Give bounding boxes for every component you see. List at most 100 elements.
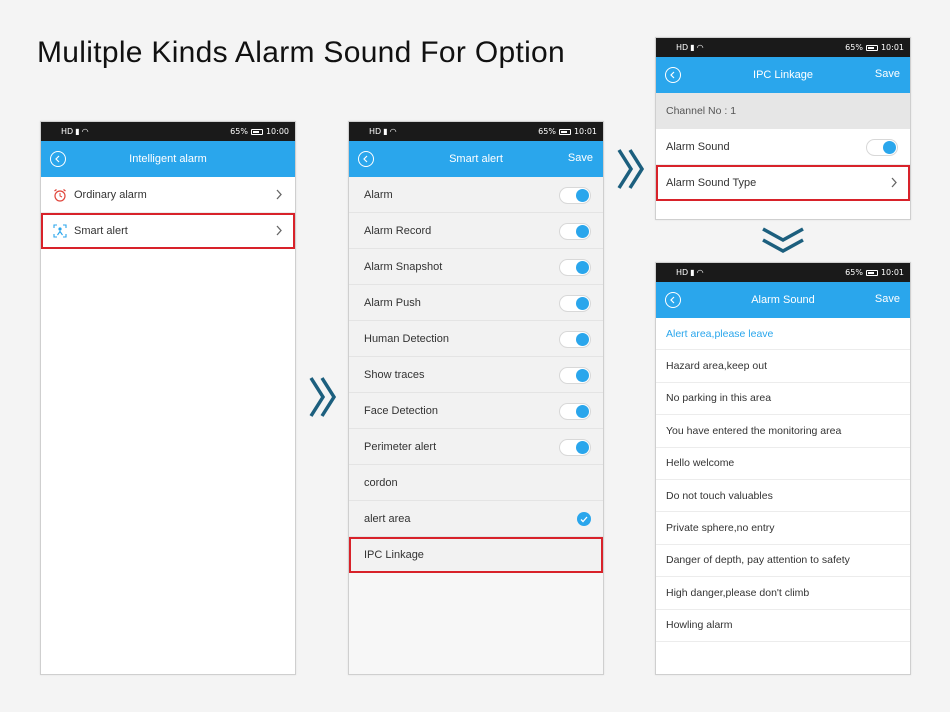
back-button[interactable] [665,67,681,83]
save-button[interactable]: Save [568,152,593,164]
page-title: Mulitple Kinds Alarm Sound For Option [37,36,566,69]
setting-label: IPC Linkage [364,548,424,561]
sound-option[interactable]: Hello welcome [656,448,910,480]
next-arrow-icon [309,377,337,417]
setting-row-alarm-snapshot: Alarm Snapshot [349,249,603,285]
battery-percent: 65% [845,268,863,277]
human-detection-toggle[interactable] [559,331,591,348]
alarm-sound-type-label: Alarm Sound Type [666,176,757,189]
battery-percent: 65% [845,43,863,52]
back-button[interactable] [50,151,66,167]
network-label: HD [369,127,382,136]
sound-option[interactable]: You have entered the monitoring area [656,415,910,448]
channel-label: Channel No : 1 [656,93,910,129]
alarm-clock-icon [53,188,67,202]
battery-percent: 65% [538,127,556,136]
save-button[interactable]: Save [875,293,900,305]
show-traces-toggle[interactable] [559,367,591,384]
signal-icon: ▮ [690,268,695,277]
back-button[interactable] [358,151,374,167]
status-bar: HD ▮ ◠ 65% 10:01 [656,38,910,57]
back-icon [670,71,675,79]
navbar: Alarm Sound Save [656,282,910,318]
alarm-sound-label: Alarm Sound [666,140,730,153]
alarm-toggle[interactable] [559,187,591,204]
smart-alert-icon [53,223,67,238]
network-label: HD [676,268,689,277]
alarm-sound-type-row[interactable]: Alarm Sound Type [656,165,910,201]
sound-option[interactable]: Do not touch valuables [656,480,910,513]
nav-title: Smart alert [449,153,503,165]
clock: 10:01 [573,127,597,136]
setting-label: Alarm Snapshot [364,260,443,273]
setting-row-human-detection: Human Detection [349,321,603,357]
face-detection-toggle[interactable] [559,403,591,420]
checkmark-icon[interactable] [577,512,591,526]
sound-option[interactable]: Danger of depth, pay attention to safety [656,545,910,578]
status-bar: HD ▮ ◠ 65% 10:01 [349,122,603,141]
wifi-icon: ◠ [696,268,704,277]
smart-alert-item[interactable]: Smart alert [41,213,295,249]
setting-row-ipc-linkage[interactable]: IPC Linkage [349,537,603,573]
setting-row-cordon[interactable]: cordon [349,465,603,501]
sound-option[interactable]: No parking in this area [656,383,910,416]
smart-alert-label: Smart alert [74,224,128,237]
battery-percent: 65% [230,127,248,136]
next-arrow-icon [617,149,645,189]
setting-row-show-traces: Show traces [349,357,603,393]
alarm-sound-toggle[interactable] [866,139,898,156]
setting-row-alarm-record: Alarm Record [349,213,603,249]
alarm-push-toggle[interactable] [559,295,591,312]
setting-label: Alarm Record [364,224,432,237]
alarm-snapshot-toggle[interactable] [559,259,591,276]
setting-row-alert-area[interactable]: alert area [349,501,603,537]
setting-label: Perimeter alert [364,440,437,453]
setting-row-alarm: Alarm [349,177,603,213]
chevron-right-icon [890,177,898,191]
back-button[interactable] [665,292,681,308]
clock: 10:00 [265,127,289,136]
down-arrow-icon [762,227,804,253]
chevron-right-icon [275,225,283,239]
battery-icon [865,44,878,51]
clock: 10:01 [880,268,904,277]
clock: 10:01 [880,43,904,52]
setting-label: Face Detection [364,404,438,417]
sound-option[interactable]: High danger,please don't climb [656,577,910,610]
sound-option[interactable]: Private sphere,no entry [656,512,910,545]
back-icon [363,155,368,163]
phone-smart-alert: HD ▮ ◠ 65% 10:01 Smart alert Save Alarm … [348,121,604,675]
sound-option[interactable]: Hazard area,keep out [656,350,910,383]
back-icon [55,155,60,163]
phone-alarm-sound: HD ▮ ◠ 65% 10:01 Alarm Sound Save Alert … [655,262,911,675]
nav-title: Intelligent alarm [129,153,207,165]
nav-title: IPC Linkage [753,69,813,81]
setting-row-perimeter-alert: Perimeter alert [349,429,603,465]
sound-option[interactable]: Howling alarm [656,610,910,642]
signal-icon: ▮ [75,127,80,136]
setting-label: cordon [364,476,398,489]
wifi-icon: ◠ [81,127,89,136]
battery-icon [250,128,263,135]
status-bar: HD ▮ ◠ 65% 10:01 [656,263,910,282]
battery-icon [865,269,878,276]
alarm-sound-row: Alarm Sound [656,129,910,165]
sound-option[interactable]: Alert area,please leave [656,318,910,351]
wifi-icon: ◠ [389,127,397,136]
setting-label: alert area [364,512,411,525]
alarm-record-toggle[interactable] [559,223,591,240]
signal-icon: ▮ [383,127,388,136]
back-icon [670,296,675,304]
chevron-right-icon [275,189,283,203]
perimeter-alert-toggle[interactable] [559,439,591,456]
ordinary-alarm-item[interactable]: Ordinary alarm [41,177,295,213]
setting-row-face-detection: Face Detection [349,393,603,429]
save-button[interactable]: Save [875,68,900,80]
ordinary-alarm-label: Ordinary alarm [74,188,147,201]
navbar: Smart alert Save [349,141,603,177]
setting-label: Show traces [364,368,425,381]
wifi-icon: ◠ [696,43,704,52]
setting-label: Alarm Push [364,296,421,309]
setting-label: Human Detection [364,332,449,345]
navbar: IPC Linkage Save [656,57,910,93]
